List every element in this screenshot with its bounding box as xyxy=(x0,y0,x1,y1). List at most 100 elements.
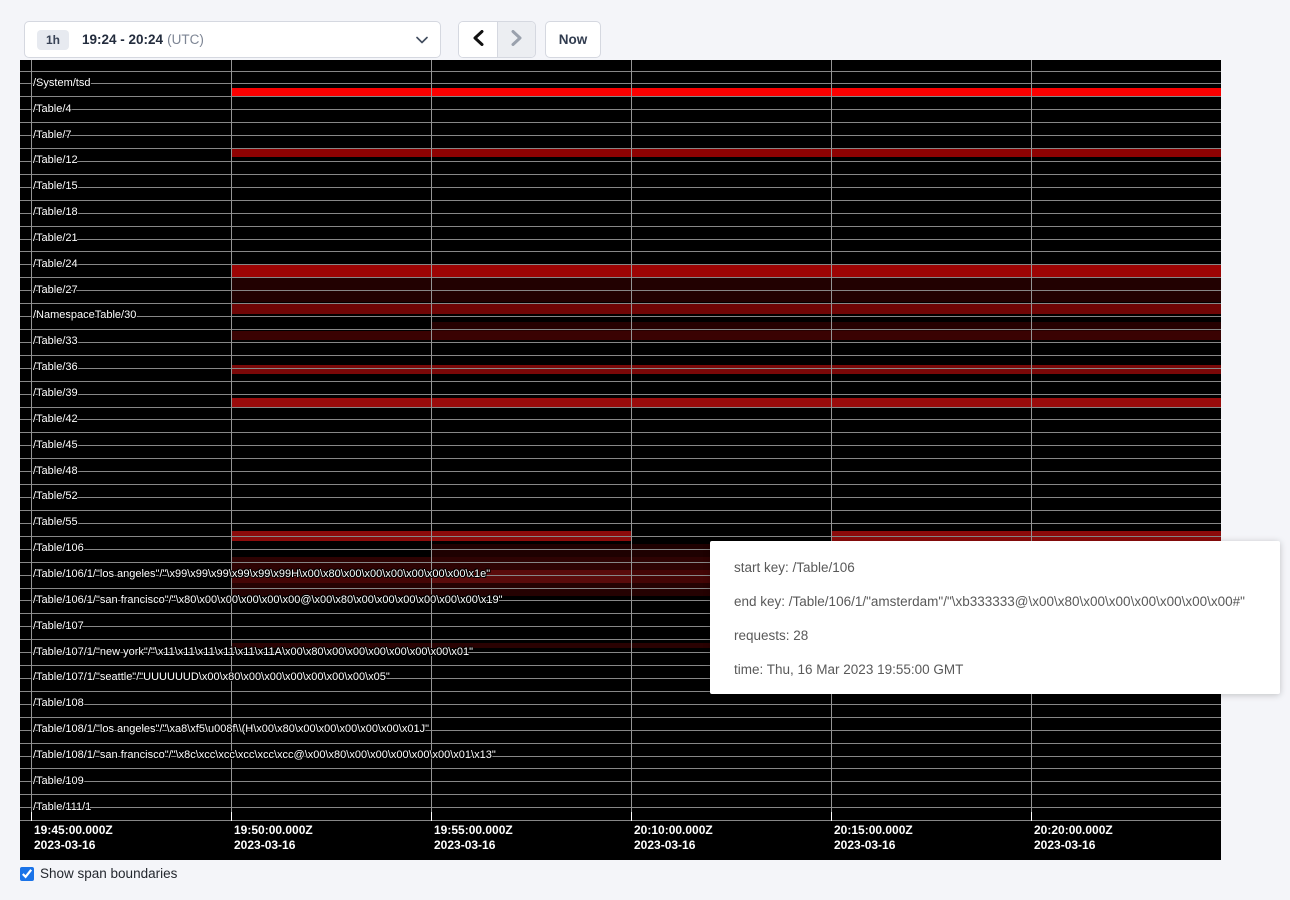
span-boundary-line xyxy=(20,523,1221,524)
time-gridline xyxy=(1031,60,1032,820)
time-gridline xyxy=(31,60,32,820)
tooltip-time: time: Thu, 16 Mar 2023 19:55:00 GMT xyxy=(734,653,1256,687)
row-label: /Table/48 xyxy=(33,465,78,478)
hover-tooltip: start key: /Table/106 end key: /Table/10… xyxy=(710,541,1280,694)
span-boundary-line xyxy=(20,394,1221,395)
now-button[interactable]: Now xyxy=(545,21,601,58)
span-boundary-line xyxy=(20,471,1221,472)
axis-tick xyxy=(831,812,832,821)
row-label: /Table/107/1/"new york"/"\x11\x11\x11\x1… xyxy=(33,646,473,659)
row-label: /Table/12 xyxy=(33,154,78,167)
chevron-left-icon xyxy=(473,30,484,49)
time-gridline xyxy=(631,60,632,820)
time-gridline xyxy=(231,60,232,820)
row-label: /Table/52 xyxy=(33,490,78,503)
span-boundary-line xyxy=(20,174,1221,175)
row-label: /Table/39 xyxy=(33,387,78,400)
heat-band xyxy=(231,265,1221,277)
span-boundary-line xyxy=(20,536,1221,537)
heat-band xyxy=(231,148,1221,157)
span-boundary-line xyxy=(20,794,1221,795)
row-label: /NamespaceTable/30 xyxy=(33,309,136,322)
span-boundary-line xyxy=(20,807,1221,808)
tooltip-start-key: start key: /Table/106 xyxy=(734,551,1256,585)
time-range-selector[interactable]: 1h 19:24 - 20:24 (UTC) xyxy=(24,21,441,58)
row-label: /System/tsd xyxy=(33,77,90,90)
axis-tick xyxy=(31,812,32,821)
row-label: /Table/109 xyxy=(33,775,84,788)
span-boundary-line xyxy=(20,200,1221,201)
row-label: /Table/24 xyxy=(33,258,78,271)
span-boundary-line xyxy=(20,717,1221,718)
row-label: /Table/7 xyxy=(33,129,72,142)
span-boundary-line xyxy=(20,96,1221,97)
axis-tick xyxy=(431,812,432,821)
row-label: /Table/107/1/"seattle"/"UUUUUUD\x00\x80\… xyxy=(33,671,390,684)
row-label: /Table/45 xyxy=(33,439,78,452)
row-label: /Table/108/1/"san francisco"/"\x8c\xcc\x… xyxy=(33,749,496,762)
time-gridline xyxy=(831,60,832,820)
range-duration-badge: 1h xyxy=(37,30,69,50)
axis-tick-label: 20:15:00.000Z2023-03-16 xyxy=(834,823,913,853)
span-boundary-line xyxy=(20,432,1221,433)
heat-band xyxy=(231,303,1221,314)
span-boundary-line xyxy=(20,458,1221,459)
tooltip-end-key: end key: /Table/106/1/"amsterdam"/"\xb33… xyxy=(734,585,1256,619)
row-label: /Table/111/1 xyxy=(33,801,91,814)
span-boundary-line xyxy=(20,419,1221,420)
row-label: /Table/55 xyxy=(33,516,78,529)
row-label: /Table/107 xyxy=(33,620,84,633)
span-boundary-line xyxy=(20,510,1221,511)
span-boundary-line xyxy=(20,820,1221,821)
show-span-boundaries-checkbox[interactable] xyxy=(20,867,34,881)
span-boundary-line xyxy=(20,342,1221,343)
time-gridline xyxy=(431,60,432,820)
show-span-boundaries[interactable]: Show span boundaries xyxy=(20,866,177,881)
span-boundary-line xyxy=(20,109,1221,110)
heat-band xyxy=(231,365,1221,374)
span-boundary-line xyxy=(20,187,1221,188)
prev-time-button[interactable] xyxy=(459,22,497,57)
heat-band xyxy=(231,331,1221,340)
span-boundary-line xyxy=(20,704,1221,705)
row-label: /Table/42 xyxy=(33,413,78,426)
span-boundary-line xyxy=(20,381,1221,382)
row-label: /Table/106/1/"los angeles"/"\x99\x99\x99… xyxy=(33,568,490,581)
span-boundary-line xyxy=(20,484,1221,485)
row-label: /Table/21 xyxy=(33,232,78,245)
span-boundary-line xyxy=(20,251,1221,252)
row-label: /Table/4 xyxy=(33,103,72,116)
show-span-boundaries-label: Show span boundaries xyxy=(40,866,177,881)
span-boundary-line xyxy=(20,445,1221,446)
row-label: /Table/108 xyxy=(33,697,84,710)
span-boundary-line xyxy=(20,264,1221,265)
row-label: /Table/33 xyxy=(33,335,78,348)
axis-tick xyxy=(631,812,632,821)
span-boundary-line xyxy=(20,135,1221,136)
span-boundary-line xyxy=(20,226,1221,227)
span-boundary-line xyxy=(20,161,1221,162)
row-label: /Table/36 xyxy=(33,361,78,374)
time-nav-group xyxy=(458,21,536,58)
row-label: /Table/106 xyxy=(33,542,84,555)
row-label: /Table/18 xyxy=(33,206,78,219)
span-boundary-line xyxy=(20,768,1221,769)
span-boundary-line xyxy=(20,368,1221,369)
span-boundary-line xyxy=(20,290,1221,291)
span-boundary-line xyxy=(20,83,1221,84)
span-boundary-line xyxy=(20,743,1221,744)
next-time-button[interactable] xyxy=(497,22,535,57)
span-boundary-line xyxy=(20,71,1221,72)
range-timezone: (UTC) xyxy=(167,32,204,47)
span-boundary-line xyxy=(20,316,1221,317)
span-boundary-line xyxy=(20,329,1221,330)
row-label: /Table/108/1/"los angeles"/"\xa8\xf5\u00… xyxy=(33,723,429,736)
span-boundary-line xyxy=(20,148,1221,149)
axis-tick-label: 19:50:00.000Z2023-03-16 xyxy=(234,823,313,853)
row-label: /Table/15 xyxy=(33,180,78,193)
key-visualizer-heatmap[interactable]: 19:45:00.000Z2023-03-1619:50:00.000Z2023… xyxy=(20,60,1221,860)
span-boundary-line xyxy=(20,122,1221,123)
chevron-down-icon xyxy=(416,36,428,44)
span-boundary-line xyxy=(20,277,1221,278)
axis-tick-label: 19:55:00.000Z2023-03-16 xyxy=(434,823,513,853)
